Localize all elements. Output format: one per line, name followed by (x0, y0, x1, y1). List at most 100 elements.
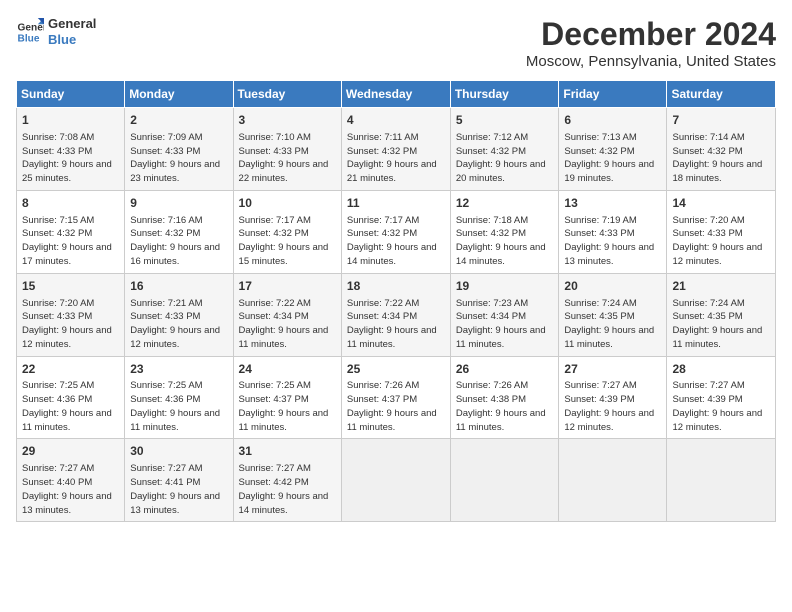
day-number: 15 (22, 278, 119, 295)
day-number: 11 (347, 195, 445, 212)
day-info: Sunrise: 7:25 AMSunset: 4:36 PMDaylight:… (130, 379, 227, 434)
day-info: Sunrise: 7:25 AMSunset: 4:36 PMDaylight:… (22, 379, 119, 434)
calendar-cell: 18 Sunrise: 7:22 AMSunset: 4:34 PMDayligh… (341, 273, 450, 356)
calendar-cell: 14 Sunrise: 7:20 AMSunset: 4:33 PMDayligh… (667, 190, 776, 273)
day-number: 8 (22, 195, 119, 212)
svg-text:Blue: Blue (18, 33, 40, 44)
calendar-week-row: 22Sunrise: 7:25 AMSunset: 4:36 PMDayligh… (17, 356, 776, 439)
calendar-cell: 30 Sunrise: 7:27 AMSunset: 4:41 PMDayligh… (125, 439, 233, 522)
calendar-cell (559, 439, 667, 522)
day-info: Sunrise: 7:21 AMSunset: 4:33 PMDaylight:… (130, 297, 227, 352)
day-info: Sunrise: 7:27 AMSunset: 4:41 PMDaylight:… (130, 462, 227, 517)
logo: General Blue General Blue (16, 16, 96, 47)
day-number: 20 (564, 278, 661, 295)
calendar-week-row: 8 Sunrise: 7:15 AMSunset: 4:32 PMDaylight… (17, 190, 776, 273)
calendar-cell: 8 Sunrise: 7:15 AMSunset: 4:32 PMDaylight… (17, 190, 125, 273)
day-number: 28 (672, 361, 770, 378)
logo-icon: General Blue (16, 18, 44, 46)
page-header: General Blue General Blue December 2024 … (16, 16, 776, 70)
day-info: Sunrise: 7:15 AMSunset: 4:32 PMDaylight:… (22, 214, 119, 269)
day-number: 24 (239, 361, 336, 378)
day-info: Sunrise: 7:14 AMSunset: 4:32 PMDaylight:… (672, 131, 770, 186)
day-info: Sunrise: 7:27 AMSunset: 4:40 PMDaylight:… (22, 462, 119, 517)
header-thursday: Thursday (450, 81, 559, 108)
day-number: 19 (456, 278, 554, 295)
header-friday: Friday (559, 81, 667, 108)
calendar-cell: 21Sunrise: 7:24 AMSunset: 4:35 PMDayligh… (667, 273, 776, 356)
calendar-cell: 20 Sunrise: 7:24 AMSunset: 4:35 PMDayligh… (559, 273, 667, 356)
day-number: 22 (22, 361, 119, 378)
header-saturday: Saturday (667, 81, 776, 108)
day-info: Sunrise: 7:20 AMSunset: 4:33 PMDaylight:… (22, 297, 119, 352)
day-number: 5 (456, 112, 554, 129)
day-number: 3 (239, 112, 336, 129)
calendar-cell: 29 Sunrise: 7:27 AMSunset: 4:40 PMDayligh… (17, 439, 125, 522)
header-monday: Monday (125, 81, 233, 108)
day-info: Sunrise: 7:24 AMSunset: 4:35 PMDaylight:… (564, 297, 661, 352)
day-number: 25 (347, 361, 445, 378)
calendar-cell: 6 Sunrise: 7:13 AMSunset: 4:32 PMDaylight… (559, 108, 667, 191)
day-info: Sunrise: 7:26 AMSunset: 4:37 PMDaylight:… (347, 379, 445, 434)
day-info: Sunrise: 7:19 AMSunset: 4:33 PMDaylight:… (564, 214, 661, 269)
calendar-cell: 9 Sunrise: 7:16 AMSunset: 4:32 PMDaylight… (125, 190, 233, 273)
calendar-cell: 10 Sunrise: 7:17 AMSunset: 4:32 PMDayligh… (233, 190, 341, 273)
day-number: 30 (130, 443, 227, 460)
calendar-cell (667, 439, 776, 522)
day-number: 10 (239, 195, 336, 212)
day-info: Sunrise: 7:11 AMSunset: 4:32 PMDaylight:… (347, 131, 445, 186)
day-number: 16 (130, 278, 227, 295)
day-number: 4 (347, 112, 445, 129)
day-number: 9 (130, 195, 227, 212)
day-number: 23 (130, 361, 227, 378)
day-number: 7 (672, 112, 770, 129)
calendar-cell: 7 Sunrise: 7:14 AMSunset: 4:32 PMDaylight… (667, 108, 776, 191)
day-info: Sunrise: 7:27 AMSunset: 4:39 PMDaylight:… (564, 379, 661, 434)
day-number: 18 (347, 278, 445, 295)
calendar-cell: 19 Sunrise: 7:23 AMSunset: 4:34 PMDayligh… (450, 273, 559, 356)
calendar-cell: 26Sunrise: 7:26 AMSunset: 4:38 PMDayligh… (450, 356, 559, 439)
day-info: Sunrise: 7:25 AMSunset: 4:37 PMDaylight:… (239, 379, 336, 434)
calendar-cell: 22Sunrise: 7:25 AMSunset: 4:36 PMDayligh… (17, 356, 125, 439)
calendar-cell: 2Sunrise: 7:09 AMSunset: 4:33 PMDaylight… (125, 108, 233, 191)
day-info: Sunrise: 7:09 AMSunset: 4:33 PMDaylight:… (130, 131, 227, 186)
day-number: 14 (672, 195, 770, 212)
day-info: Sunrise: 7:10 AMSunset: 4:33 PMDaylight:… (239, 131, 336, 186)
day-info: Sunrise: 7:13 AMSunset: 4:32 PMDaylight:… (564, 131, 661, 186)
day-info: Sunrise: 7:16 AMSunset: 4:32 PMDaylight:… (130, 214, 227, 269)
calendar-cell (341, 439, 450, 522)
day-info: Sunrise: 7:22 AMSunset: 4:34 PMDaylight:… (239, 297, 336, 352)
calendar-cell: 24Sunrise: 7:25 AMSunset: 4:37 PMDayligh… (233, 356, 341, 439)
day-info: Sunrise: 7:23 AMSunset: 4:34 PMDaylight:… (456, 297, 554, 352)
header-wednesday: Wednesday (341, 81, 450, 108)
day-number: 26 (456, 361, 554, 378)
calendar-cell: 25Sunrise: 7:26 AMSunset: 4:37 PMDayligh… (341, 356, 450, 439)
day-info: Sunrise: 7:17 AMSunset: 4:32 PMDaylight:… (239, 214, 336, 269)
calendar-cell: 27Sunrise: 7:27 AMSunset: 4:39 PMDayligh… (559, 356, 667, 439)
calendar-cell: 4 Sunrise: 7:11 AMSunset: 4:32 PMDaylight… (341, 108, 450, 191)
day-info: Sunrise: 7:22 AMSunset: 4:34 PMDaylight:… (347, 297, 445, 352)
month-title: December 2024 (526, 16, 776, 53)
header-tuesday: Tuesday (233, 81, 341, 108)
day-info: Sunrise: 7:12 AMSunset: 4:32 PMDaylight:… (456, 131, 554, 186)
day-info: Sunrise: 7:27 AMSunset: 4:39 PMDaylight:… (672, 379, 770, 434)
calendar-week-row: 15 Sunrise: 7:20 AMSunset: 4:33 PMDayligh… (17, 273, 776, 356)
calendar-cell: 28Sunrise: 7:27 AMSunset: 4:39 PMDayligh… (667, 356, 776, 439)
day-number: 27 (564, 361, 661, 378)
day-number: 6 (564, 112, 661, 129)
calendar-cell: 23Sunrise: 7:25 AMSunset: 4:36 PMDayligh… (125, 356, 233, 439)
calendar-cell: 3 Sunrise: 7:10 AMSunset: 4:33 PMDaylight… (233, 108, 341, 191)
day-info: Sunrise: 7:24 AMSunset: 4:35 PMDaylight:… (672, 297, 770, 352)
calendar-cell: 31Sunrise: 7:27 AMSunset: 4:42 PMDayligh… (233, 439, 341, 522)
day-info: Sunrise: 7:17 AMSunset: 4:32 PMDaylight:… (347, 214, 445, 269)
header-sunday: Sunday (17, 81, 125, 108)
day-info: Sunrise: 7:20 AMSunset: 4:33 PMDaylight:… (672, 214, 770, 269)
day-number: 29 (22, 443, 119, 460)
calendar-cell: 5 Sunrise: 7:12 AMSunset: 4:32 PMDaylight… (450, 108, 559, 191)
calendar-cell: 11 Sunrise: 7:17 AMSunset: 4:32 PMDayligh… (341, 190, 450, 273)
calendar-cell: 16 Sunrise: 7:21 AMSunset: 4:33 PMDayligh… (125, 273, 233, 356)
calendar-cell: 1Sunrise: 7:08 AMSunset: 4:33 PMDaylight… (17, 108, 125, 191)
calendar-cell: 12Sunrise: 7:18 AMSunset: 4:32 PMDayligh… (450, 190, 559, 273)
calendar-cell: 15 Sunrise: 7:20 AMSunset: 4:33 PMDayligh… (17, 273, 125, 356)
calendar-week-row: 1Sunrise: 7:08 AMSunset: 4:33 PMDaylight… (17, 108, 776, 191)
logo-wordmark: General Blue (48, 16, 96, 47)
